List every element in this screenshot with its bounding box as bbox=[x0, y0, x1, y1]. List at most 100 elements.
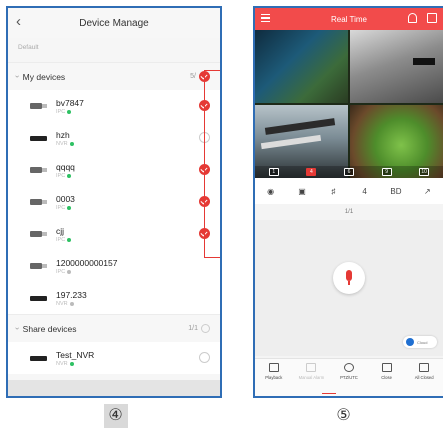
close-icon bbox=[381, 363, 392, 372]
device-type: NVR bbox=[56, 140, 68, 147]
channel-strip: 1 4 6 9 10 bbox=[255, 166, 443, 178]
video-grid: 1 4 6 9 10 bbox=[255, 30, 443, 178]
nav-ptz[interactable]: PTZ/UTC bbox=[334, 363, 364, 380]
nav-label: Playback bbox=[265, 375, 283, 380]
page-title: Real Time bbox=[330, 14, 367, 24]
online-status-dot bbox=[67, 237, 72, 242]
list-item[interactable]: cjj IPC bbox=[8, 218, 220, 250]
record-icon[interactable]: ▣ bbox=[292, 187, 312, 196]
select-all-checkbox[interactable] bbox=[201, 324, 210, 333]
list-item[interactable]: qqqq IPC bbox=[8, 154, 220, 186]
section-count: 1/1 bbox=[188, 325, 198, 332]
online-status-dot bbox=[67, 205, 72, 210]
device-type: IPC bbox=[56, 268, 66, 275]
alarm-icon bbox=[306, 363, 317, 372]
all-closed-icon bbox=[419, 363, 430, 372]
nav-manual-alarm[interactable]: Manual Alarm bbox=[296, 363, 326, 380]
bell-icon[interactable] bbox=[408, 13, 417, 23]
section-label: Share devices bbox=[22, 323, 77, 334]
microphone-icon[interactable] bbox=[333, 262, 365, 294]
bottom-nav: Playback Manual Alarm PTZ/UTC Close All … bbox=[255, 358, 443, 396]
split-button[interactable]: 4 bbox=[355, 187, 375, 196]
list-item[interactable]: 197.233 NVR bbox=[8, 282, 220, 314]
camera-icon bbox=[30, 261, 50, 271]
snapshot-icon[interactable]: ◉ bbox=[261, 187, 281, 196]
device-type: NVR bbox=[56, 300, 68, 307]
device-checkbox[interactable] bbox=[199, 352, 210, 363]
toggle-knob bbox=[406, 338, 414, 346]
channel-number[interactable]: 1 bbox=[268, 168, 279, 176]
device-name: Test_NVR bbox=[56, 349, 95, 360]
mute-icon[interactable]: ♯ bbox=[323, 187, 343, 196]
channel-number[interactable]: 4 bbox=[306, 168, 317, 176]
default-group-label: Default bbox=[18, 44, 39, 51]
device-name: bv7847 bbox=[56, 97, 84, 108]
device-name: cjj bbox=[56, 225, 65, 236]
nav-label: Close bbox=[381, 375, 392, 380]
channel-number[interactable]: 9 bbox=[381, 168, 392, 176]
nav-close[interactable]: Close bbox=[372, 363, 402, 380]
fullscreen-icon[interactable]: ↗ bbox=[417, 187, 437, 196]
nvr-icon bbox=[30, 133, 50, 143]
bottom-bar bbox=[8, 380, 220, 396]
device-list: bv7847 IPC hzh NVR qqqq IPC 0003 IPC cjj… bbox=[8, 90, 220, 314]
playback-icon bbox=[268, 363, 279, 372]
my-devices-section[interactable]: › My devices 5/ bbox=[8, 62, 220, 90]
online-status-dot bbox=[69, 141, 74, 146]
channel-number[interactable]: 6 bbox=[343, 168, 354, 176]
share-devices-section[interactable]: › Share devices 1/1 bbox=[8, 314, 220, 342]
device-name: 0003 bbox=[56, 193, 75, 204]
nav-label: Manual Alarm bbox=[298, 375, 325, 380]
list-item[interactable]: hzh NVR bbox=[8, 122, 220, 154]
online-status-dot bbox=[69, 361, 74, 366]
figure: ‹ Device Manage Default › My devices 5/ … bbox=[0, 0, 443, 433]
cloud-toggle[interactable]: Cloud bbox=[403, 336, 437, 348]
device-type: NVR bbox=[56, 360, 68, 367]
video-tile[interactable] bbox=[350, 30, 443, 103]
quality-button[interactable]: BD bbox=[386, 187, 406, 196]
caption-step-5: ⑤ bbox=[336, 405, 351, 424]
nvr-icon bbox=[30, 353, 50, 363]
caption-step-4: ④ bbox=[108, 405, 123, 424]
device-name: hzh bbox=[56, 129, 70, 140]
chevron-down-icon: › bbox=[12, 327, 22, 330]
header: Real Time bbox=[255, 8, 443, 30]
control-area: Cloud bbox=[255, 220, 443, 356]
device-name: 197.233 bbox=[56, 289, 87, 300]
device-name: qqqq bbox=[56, 161, 75, 172]
nav-label: All Closed bbox=[414, 375, 434, 380]
nav-playback[interactable]: Playback bbox=[259, 363, 289, 380]
channel-number[interactable]: 10 bbox=[419, 168, 430, 176]
nvr-icon bbox=[30, 293, 50, 303]
list-item[interactable]: 0003 IPC bbox=[8, 186, 220, 218]
menu-icon[interactable] bbox=[261, 14, 270, 22]
multi-screen-icon[interactable] bbox=[427, 13, 437, 23]
back-icon[interactable]: ‹ bbox=[16, 13, 21, 30]
video-toolbar: ◉ ▣ ♯ 4 BD ↗ bbox=[255, 178, 443, 204]
selection-highlight-box bbox=[204, 70, 220, 258]
list-item[interactable]: Test_NVR NVR bbox=[8, 342, 220, 374]
header: ‹ Device Manage bbox=[8, 8, 220, 38]
shared-device-list: Test_NVR NVR bbox=[8, 342, 220, 374]
chevron-down-icon: › bbox=[12, 75, 22, 78]
ptz-icon bbox=[343, 363, 354, 372]
offline-status-dot bbox=[67, 269, 72, 274]
online-status-dot bbox=[67, 109, 72, 114]
section-count: 5/ bbox=[190, 73, 196, 80]
nav-label: PTZ/UTC bbox=[340, 375, 358, 380]
video-tile[interactable] bbox=[255, 30, 348, 103]
camera-icon bbox=[30, 229, 50, 239]
list-item[interactable]: 1200000000157 IPC bbox=[8, 250, 220, 282]
device-type: IPC bbox=[56, 204, 66, 211]
real-time-screen: Real Time 1 4 6 9 10 ◉ ▣ ♯ 4 BD ↗ 1/1 Cl… bbox=[253, 6, 443, 398]
device-manage-screen: ‹ Device Manage Default › My devices 5/ … bbox=[6, 6, 222, 398]
device-type: IPC bbox=[56, 236, 66, 243]
camera-icon bbox=[30, 101, 50, 111]
offline-status-dot bbox=[69, 301, 74, 306]
device-type: IPC bbox=[56, 108, 66, 115]
active-tab-indicator bbox=[322, 392, 336, 394]
list-item[interactable]: bv7847 IPC bbox=[8, 90, 220, 122]
nav-all-closed[interactable]: All Closed bbox=[409, 363, 439, 380]
page-indicator: 1/1 bbox=[344, 209, 354, 215]
toggle-label: Cloud bbox=[417, 339, 428, 345]
